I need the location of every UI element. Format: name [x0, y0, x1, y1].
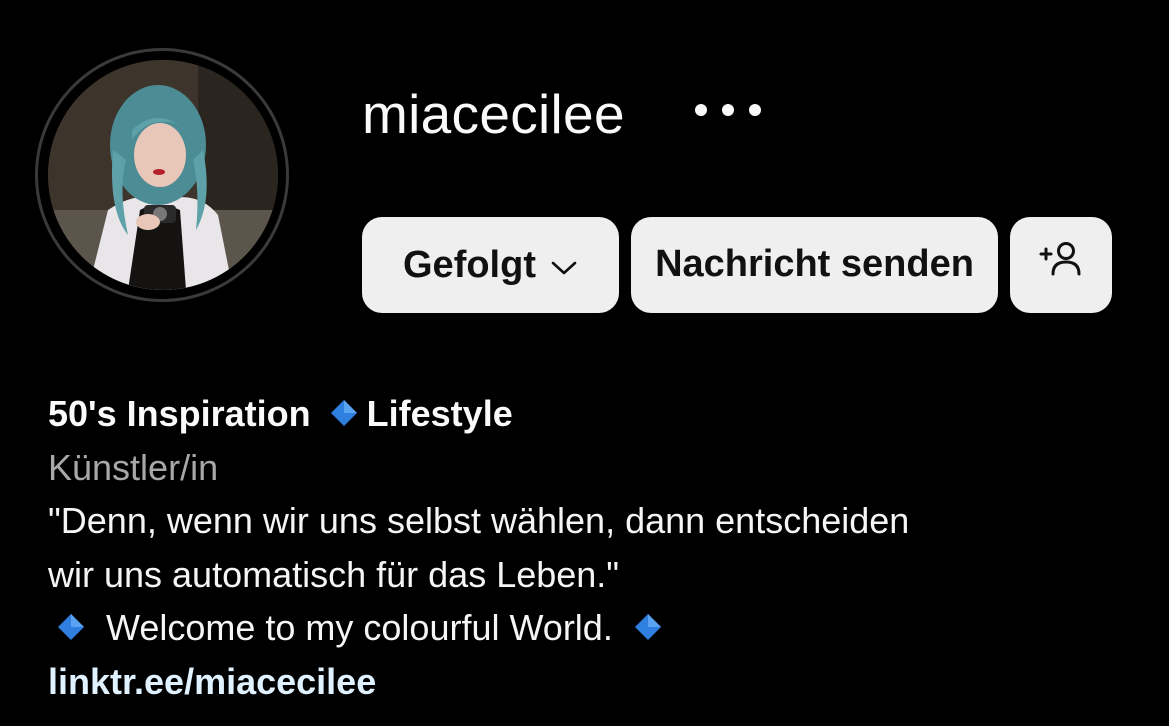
blue-diamond-icon [633, 612, 663, 642]
bio-link[interactable]: linktr.ee/miacecilee [48, 655, 1158, 709]
bio-section: 50's Inspiration Lifestyle Künstler/in "… [48, 387, 1158, 708]
following-button[interactable]: Gefolgt [362, 217, 619, 313]
add-user-icon [1037, 240, 1085, 290]
more-dot [695, 104, 707, 116]
bio-quote-line1: "Denn, wenn wir uns selbst wählen, dann … [48, 500, 910, 541]
following-label: Gefolgt [403, 243, 536, 286]
send-message-button[interactable]: Nachricht senden [631, 217, 998, 313]
more-icon[interactable] [695, 96, 761, 124]
bio-name-part2: Lifestyle [366, 393, 513, 434]
bio-name: 50's Inspiration Lifestyle [48, 387, 1158, 441]
bio-welcome: Welcome to my colourful World. [48, 601, 1158, 655]
avatar[interactable] [48, 60, 278, 290]
more-dot [749, 104, 761, 116]
username: miacecilee [362, 83, 625, 145]
bio-quote-line2: wir uns automatisch für das Leben." [48, 553, 620, 595]
chevron-down-icon [550, 244, 578, 287]
more-dot [722, 104, 734, 116]
blue-diamond-icon [329, 398, 359, 428]
bio-category: Künstler/in [48, 446, 219, 488]
blue-diamond-icon [56, 612, 86, 642]
profile-photo [48, 60, 278, 290]
send-message-label: Nachricht senden [655, 243, 974, 286]
bio-welcome-text: Welcome to my colourful World. [106, 607, 613, 648]
bio-name-part1: 50's Inspiration [48, 393, 311, 434]
add-user-button[interactable] [1010, 217, 1112, 313]
